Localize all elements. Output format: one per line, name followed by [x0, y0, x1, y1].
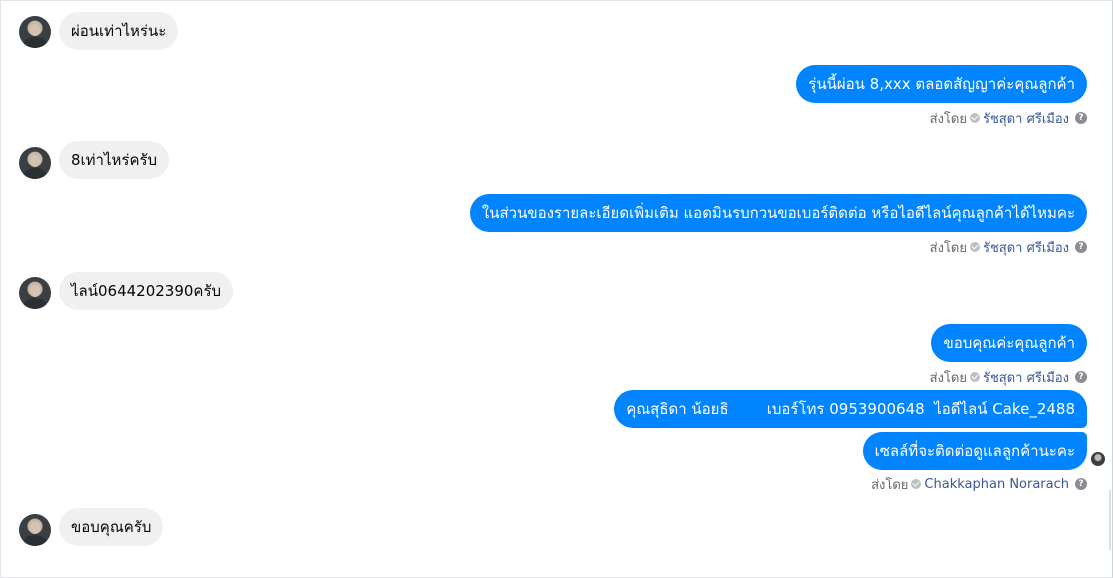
question-circle-icon[interactable]: ?: [1075, 478, 1087, 490]
check-circle-icon: [969, 372, 980, 382]
sent-by-line: ส่งโดย Chakkaphan Norarach ?: [871, 476, 1087, 493]
sent-by-label: ส่งโดย: [871, 477, 909, 493]
customer-avatar[interactable]: [19, 514, 51, 546]
scrollbar[interactable]: [1109, 490, 1111, 550]
sent-by-label: ส่งโดย: [929, 240, 967, 256]
sent-by-line: ส่งโดย รัชสุดา ศรีเมือง ?: [929, 237, 1087, 258]
sender-name[interactable]: Chakkaphan Norarach: [924, 477, 1069, 492]
outgoing-message: เซลล์ที่จะติดต่อดูแลลูกค้านะคะ: [862, 432, 1087, 470]
outgoing-message: ในส่วนของรายละเอียดเพิ่มเติม แอดมินรบกวน…: [469, 194, 1087, 232]
check-circle-icon: [969, 113, 980, 123]
check-circle-icon: [911, 479, 922, 489]
customer-avatar[interactable]: [19, 277, 51, 309]
sent-by-label: ส่งโดย: [929, 370, 967, 386]
question-circle-icon[interactable]: ?: [1075, 241, 1087, 253]
incoming-message: 8เท่าไหร่ครับ: [59, 141, 170, 179]
seen-avatar: [1091, 452, 1105, 466]
sent-by-line: ส่งโดย รัชสุดา ศรีเมือง ?: [929, 108, 1087, 129]
sent-by-label: ส่งโดย: [929, 111, 967, 127]
sender-name[interactable]: รัชสุดา ศรีเมือง: [983, 108, 1069, 129]
outgoing-message: รุ่นนี้ผ่อน 8,xxx ตลอดสัญญาค่ะคุณลูกค้า: [796, 65, 1087, 103]
customer-avatar[interactable]: [19, 16, 51, 48]
sender-name[interactable]: รัชสุดา ศรีเมือง: [983, 237, 1069, 258]
outgoing-message: ขอบคุณค่ะคุณลูกค้า: [931, 324, 1087, 362]
customer-avatar[interactable]: [19, 147, 51, 179]
question-circle-icon[interactable]: ?: [1075, 112, 1087, 124]
sent-by-line: ส่งโดย รัชสุดา ศรีเมือง ?: [929, 367, 1087, 388]
check-circle-icon: [969, 242, 980, 252]
outgoing-message: คุณสุธิดา น้อยธิ เบอร์โทร 0953900648 ไอด…: [614, 390, 1087, 428]
incoming-message: ไลน์0644202390ครับ: [59, 272, 234, 310]
sender-name[interactable]: รัชสุดา ศรีเมือง: [983, 367, 1069, 388]
incoming-message: ผ่อนเท่าไหร่นะ: [59, 12, 179, 50]
question-circle-icon[interactable]: ?: [1075, 371, 1087, 383]
incoming-message: ขอบคุณครับ: [59, 508, 164, 546]
